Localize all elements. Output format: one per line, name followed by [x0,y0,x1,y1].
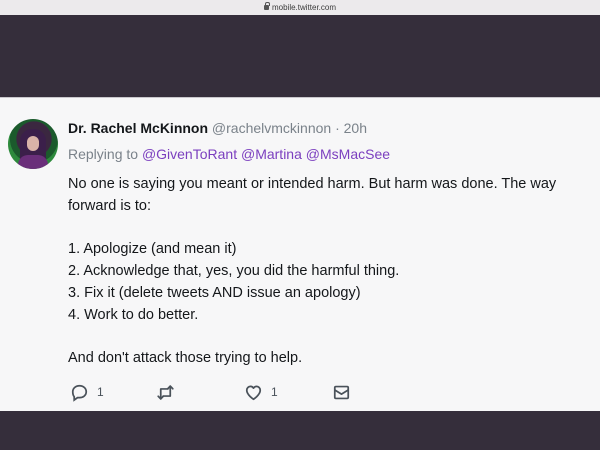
retweet-icon [157,384,174,400]
like-count: 1 [271,385,278,399]
tweet-header: Dr. Rachel McKinnon @rachelvmckinnon · 2… [68,120,367,136]
tweet[interactable]: Dr. Rachel McKinnon @rachelvmckinnon · 2… [0,97,600,411]
reply-icon [71,384,88,402]
reply-button[interactable]: 1 [70,382,104,402]
tweet-actions: 1 1 [70,382,370,402]
bottom-backdrop [0,411,600,450]
mention-link[interactable]: @MsMacSee [306,146,390,162]
mention-link[interactable]: @GivenToRant [142,146,237,162]
tweet-line: 1. Apologize (and mean it) [68,241,237,258]
tweet-line: No one is saying you meant or intended h… [68,176,557,214]
tweet-line: 3. Fix it (delete tweets AND issue an ap… [68,284,361,301]
author-name[interactable]: Dr. Rachel McKinnon [68,120,208,136]
lock-icon [263,2,270,10]
tweet-line: And don't attack those trying to help. [68,350,303,367]
tweet-line: 2. Acknowledge that, yes, you did the ha… [68,263,400,280]
timestamp[interactable]: 20h [344,120,367,136]
retweet-button[interactable] [156,382,175,402]
separator: · [335,120,340,136]
avatar[interactable] [8,119,58,169]
envelope-icon [333,385,350,399]
author-handle[interactable]: @rachelvmckinnon [212,120,331,136]
like-button[interactable]: 1 [244,382,278,402]
address-bar[interactable]: mobile.twitter.com [0,0,600,15]
url-text: mobile.twitter.com [271,3,337,12]
direct-message-button[interactable] [332,382,351,402]
heart-icon [245,385,262,400]
reply-count: 1 [97,385,104,399]
mention-link[interactable]: @Martina [241,146,302,162]
replying-to: Replying to @GivenToRant @Martina @MsMac… [68,146,390,162]
tweet-text: No one is saying you meant or intended h… [68,174,588,370]
replying-label: Replying to [68,146,139,162]
tweet-line: 4. Work to do better. [68,306,199,323]
top-backdrop [0,15,600,95]
